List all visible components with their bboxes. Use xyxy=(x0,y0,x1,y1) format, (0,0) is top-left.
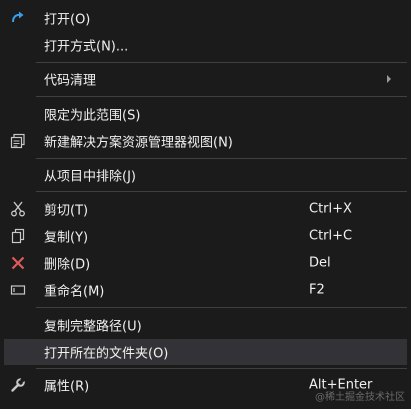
menu-item-label: 复制(Y) xyxy=(44,230,89,246)
menu-item-label: 打开(O) xyxy=(44,12,91,28)
menu-item-label: 打开所在的文件夹(O) xyxy=(44,346,169,362)
menu-item-shortcut: Ctrl+C xyxy=(309,228,353,244)
menu-separator xyxy=(36,62,407,63)
delete-x-icon xyxy=(4,250,32,276)
menu-item-label: 复制完整路径(U) xyxy=(44,319,142,335)
menu-separator xyxy=(36,307,407,308)
menu-item-delete[interactable]: 删除(D) Del xyxy=(4,250,407,276)
menu-item-label: 从项目中排除(J) xyxy=(44,169,136,185)
menu-item-code-cleanup[interactable]: 代码清理 xyxy=(4,66,407,92)
submenu-arrow-icon xyxy=(387,75,391,83)
menu-item-open-containing-folder[interactable]: 打开所在的文件夹(O) xyxy=(4,339,407,365)
scissors-icon xyxy=(4,196,32,222)
menu-separator xyxy=(36,158,407,159)
menu-item-rename[interactable]: 重命名(M) F2 xyxy=(4,277,407,303)
menu-separator xyxy=(36,191,407,192)
context-menu: 打开(O) 打开方式(N)... 代码清理 限定为此范围(S) 新建解决方案资源… xyxy=(0,0,411,409)
menu-item-open-with[interactable]: 打开方式(N)... xyxy=(4,32,407,58)
menu-item-copy[interactable]: 复制(Y) Ctrl+C xyxy=(4,223,407,249)
menu-item-copy-full-path[interactable]: 复制完整路径(U) xyxy=(4,312,407,338)
menu-item-label: 重命名(M) xyxy=(44,284,105,300)
menu-item-shortcut: Ctrl+X xyxy=(309,201,352,217)
menu-item-exclude-from-project[interactable]: 从项目中排除(J) xyxy=(4,162,407,188)
menu-item-shortcut: F2 xyxy=(309,282,325,298)
menu-item-label: 新建解决方案资源管理器视图(N) xyxy=(44,135,233,151)
rename-icon xyxy=(4,277,32,303)
redo-arrow-icon xyxy=(4,5,32,31)
menu-item-label: 属性(R) xyxy=(44,379,90,395)
watermark: @稀土掘金技术社区 xyxy=(315,392,405,403)
menu-item-new-solution-explorer-view[interactable]: 新建解决方案资源管理器视图(N) xyxy=(4,128,407,154)
menu-item-label: 代码清理 xyxy=(44,73,97,89)
new-view-icon xyxy=(4,128,32,154)
menu-separator xyxy=(36,96,407,97)
menu-item-label: 剪切(T) xyxy=(44,203,89,219)
menu-item-label: 打开方式(N)... xyxy=(44,39,129,55)
menu-item-shortcut: Del xyxy=(309,255,331,271)
wrench-icon xyxy=(4,372,32,398)
copy-icon xyxy=(4,223,32,249)
menu-item-scope-to-this[interactable]: 限定为此范围(S) xyxy=(4,101,407,127)
menu-item-open[interactable]: 打开(O) xyxy=(4,5,407,31)
menu-item-cut[interactable]: 剪切(T) Ctrl+X xyxy=(4,196,407,222)
menu-item-label: 限定为此范围(S) xyxy=(44,108,141,124)
menu-separator xyxy=(36,368,407,369)
menu-item-label: 删除(D) xyxy=(44,257,91,273)
